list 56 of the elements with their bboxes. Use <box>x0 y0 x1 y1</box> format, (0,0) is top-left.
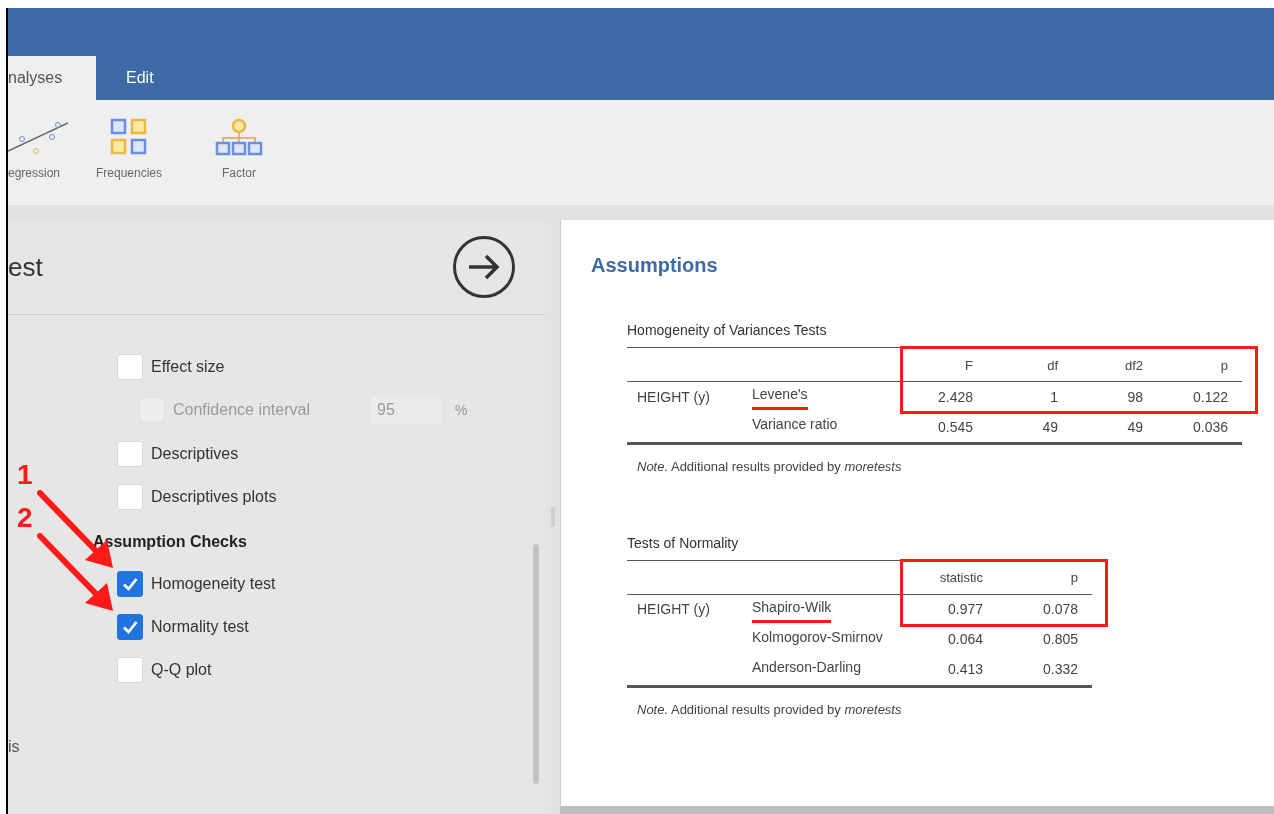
column-header: df2 <box>1072 348 1157 382</box>
table-cell-text: HEIGHT (y) <box>637 600 710 619</box>
table-cell-text: Anderson-Darling <box>752 657 861 677</box>
option-label: Confidence interval <box>173 400 311 420</box>
run-arrow-button[interactable] <box>453 236 515 298</box>
unit-label: % <box>455 400 468 420</box>
table-cell-text: 0.122 <box>1192 387 1228 407</box>
checkbox[interactable] <box>117 570 143 597</box>
table-cell: Shapiro-Wilk <box>752 596 832 623</box>
column-header: p <box>997 560 1092 595</box>
section-heading: Assumption Checks <box>93 532 247 552</box>
column-header: statistic <box>902 560 997 595</box>
ribbon-button[interactable]: Factor <box>184 116 294 182</box>
table-cell-text: 0.413 <box>947 660 983 679</box>
option-label: Homogeneity test <box>151 573 276 594</box>
column-header: F <box>902 348 987 382</box>
menu-tab[interactable]: Edit <box>96 56 184 100</box>
table-cell-text: 1 <box>1050 387 1058 407</box>
option-label: Q-Q plot <box>151 659 212 680</box>
table-note: Note. Additional results provided by moretests <box>636 458 903 476</box>
checkbox[interactable] <box>117 613 143 640</box>
table-cell-text: 0.064 <box>947 630 983 649</box>
ribbon-button[interactable]: Frequencies <box>74 116 184 182</box>
table-cell-text: 0.036 <box>1192 417 1228 437</box>
table-cell: Levene's <box>752 384 808 410</box>
annotation-number: 2 <box>17 504 33 532</box>
option-label: is <box>8 737 21 757</box>
annotation-number: 1 <box>17 461 33 489</box>
table-cell-text: 0.545 <box>937 417 973 437</box>
table-cell-text: Variance ratio <box>752 415 838 434</box>
table-cell-text: 0.078 <box>1042 600 1078 619</box>
grid-squares-icon <box>110 118 148 156</box>
table-title: Homogeneity of Variances Tests <box>627 321 828 340</box>
menu-tab[interactable]: nalyses <box>8 56 96 100</box>
results-heading: Assumptions <box>591 253 719 278</box>
column-header: df <box>987 348 1072 382</box>
ribbon-button[interactable]: egression <box>8 116 74 182</box>
table-cell-text: 98 <box>1127 387 1143 407</box>
option-label: Descriptives <box>151 443 239 464</box>
column-header: p <box>1157 348 1242 382</box>
hierarchy-icon <box>215 118 263 156</box>
table-note: Note. Additional results provided by moretests <box>636 700 903 719</box>
table-cell-text: 49 <box>1042 417 1058 437</box>
option-label: Effect size <box>151 356 225 377</box>
table-cell-text: 2.428 <box>937 387 973 407</box>
arrow-right-icon <box>467 254 501 280</box>
table-cell-text: 0.805 <box>1042 630 1078 649</box>
option-label: Descriptives plots <box>151 486 277 507</box>
table-cell-text: 0.332 <box>1042 660 1078 679</box>
table-cell-text: Kolmogorov-Smirnov <box>752 627 883 647</box>
table-cell-text: 0.977 <box>947 600 983 619</box>
option-label: Normality test <box>151 616 249 637</box>
table-title: Tests of Normality <box>627 533 740 553</box>
panel-title: est <box>8 250 43 284</box>
table-cell-text: HEIGHT (y) <box>637 387 710 407</box>
table-cell-text: 49 <box>1127 417 1143 437</box>
